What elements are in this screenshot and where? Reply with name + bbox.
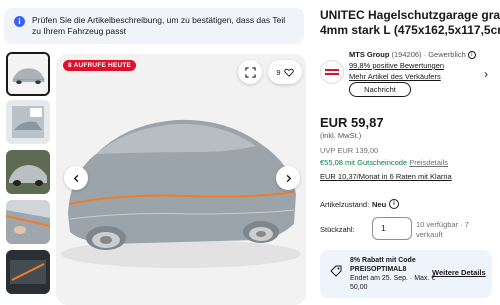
promo-terms: Endet am 25. Sep. · Max. € 50,00 <box>350 275 436 291</box>
seller-avatar[interactable] <box>320 60 344 84</box>
expand-icon <box>244 66 256 78</box>
promo-box: 8% Rabatt mit Code PREISOPTIMAL8 Endet a… <box>320 250 492 298</box>
watch-count: 9 <box>276 67 281 77</box>
promo-headline: 8% Rabatt mit Code <box>350 257 416 264</box>
product-title-line1: UNITEC Hagelschutzgarage grau <box>320 8 500 22</box>
seller-type-info-icon[interactable]: i <box>467 51 476 60</box>
promo-details-link[interactable]: Weitere Details <box>432 268 486 277</box>
info-icon: i <box>14 16 25 27</box>
seller-chevron-right-icon[interactable]: › <box>484 67 488 81</box>
heart-icon <box>283 68 294 77</box>
product-title: UNITEC Hagelschutzgarage grau 4mm stark … <box>320 8 500 38</box>
seller-feedback-count: (194206) <box>391 50 422 59</box>
uvp-price: UVP EUR 139,00 <box>320 146 379 155</box>
fitment-notice-text: Prüfen Sie die Artikelbeschreibung, um z… <box>32 15 286 36</box>
product-title-line2: 4mm stark L (475x162,5x117,5cm) <box>320 23 500 37</box>
price: EUR 59,87 <box>320 115 384 130</box>
quantity-label: Stückzahl: <box>320 225 355 234</box>
thumbnail-3[interactable] <box>6 150 50 194</box>
seller-more-items-link[interactable]: Mehr Artikel des Verkäufers <box>349 72 441 81</box>
thumbnail-2[interactable] <box>6 100 50 144</box>
watch-button[interactable]: 9 <box>268 60 302 84</box>
vat-note: (inkl. MwSt.) <box>320 131 362 140</box>
price-details-link[interactable]: Preisdetails <box>409 158 448 167</box>
seller-info[interactable]: MTS Group (194206) · Gewerblich i <box>349 50 476 60</box>
installment-link[interactable]: EUR 10,37/Monat in 6 Raten mit Klarna <box>320 172 452 181</box>
coupon-price: €55,08 mit Gutscheincode <box>320 158 408 167</box>
main-product-image[interactable]: 8 AUFRUFE HEUTE 9 <box>56 54 306 305</box>
condition-info-icon[interactable]: i <box>389 199 399 209</box>
previous-image-button[interactable] <box>64 166 88 190</box>
seller-type: · Gewerblich <box>423 50 466 59</box>
fitment-notice: i Prüfen Sie die Artikelbeschreibung, um… <box>4 8 304 44</box>
next-image-button[interactable] <box>276 166 300 190</box>
expand-image-button[interactable] <box>238 60 262 84</box>
message-seller-button[interactable]: Nachricht <box>349 82 411 97</box>
availability-text: 10 verfügbar · 7 verkauft <box>416 220 469 239</box>
chevron-left-icon <box>73 174 78 182</box>
condition-label: Artikelzustand: <box>320 200 370 209</box>
tag-icon <box>330 265 342 277</box>
coupon-price-line: €55,08 mit Gutscheincode Preisdetails <box>320 158 448 167</box>
condition-value: Neu <box>372 200 387 209</box>
thumbnail-4[interactable] <box>6 200 50 244</box>
quantity-input[interactable]: 1 <box>372 217 412 240</box>
car-cover-photo <box>56 54 306 305</box>
views-today-badge: 8 AUFRUFE HEUTE <box>63 60 137 71</box>
thumbnail-5[interactable] <box>6 250 50 294</box>
seller-rating-link[interactable]: 99,8% positive Bewertungen <box>349 61 444 70</box>
chevron-right-icon <box>286 174 291 182</box>
seller-name[interactable]: MTS Group <box>349 50 389 59</box>
thumbnail-1[interactable] <box>6 52 50 96</box>
